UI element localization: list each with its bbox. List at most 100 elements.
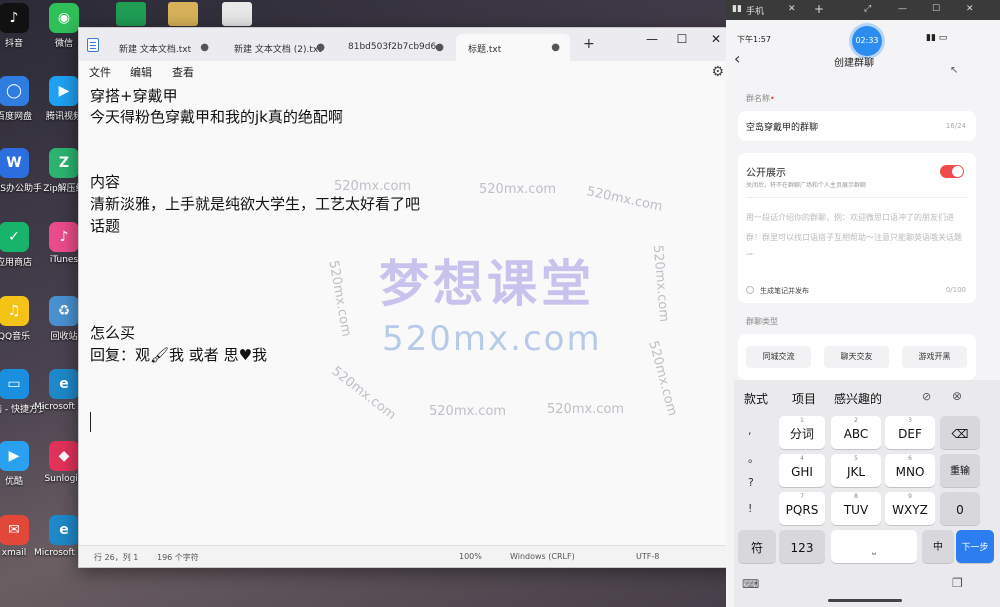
unsaved-dot-icon[interactable]: ● [551,42,560,53]
phone-clock: 下午1:57 [737,35,771,44]
unsaved-dot-icon[interactable]: ● [316,42,325,53]
group-name-label: 群名称• [746,94,775,103]
numbers-key[interactable]: 123 [779,530,825,563]
tab-hash-file[interactable]: 81bd503f2b7cb9d6( ● [336,34,454,61]
public-display-toggle[interactable] [940,165,964,178]
phone-window-minimize-icon[interactable]: — [898,4,907,14]
key-1-segment[interactable]: 1 分词 [779,416,825,449]
chip-label: 同城交流 [762,352,795,361]
chip-local-exchange[interactable]: 同城交流 [746,346,811,368]
chip-gaming[interactable]: 游戏开黑 [902,346,967,368]
minimize-icon[interactable]: — [637,32,667,46]
desktop-document-icon[interactable] [222,2,252,26]
close-keyboard-icon[interactable]: ⊗ [952,389,962,403]
key-3-def[interactable]: 3 DEF [885,416,935,449]
editor-line: 内容 [90,173,121,191]
phone-window-add-icon[interactable]: + [814,2,824,16]
new-tab-plus-icon[interactable]: + [583,36,595,52]
menu-file[interactable]: 文件 [89,64,111,80]
link-icon[interactable]: ⊘ [922,390,931,403]
key-6-mno[interactable]: 6 MNO [885,454,935,487]
mail-icon: ✉ [0,515,29,545]
key-5-jkl[interactable]: 5 JKL [831,454,881,487]
key-label: TUV [843,503,869,517]
key-label: 符 [750,541,763,555]
page-title: 创建群聊 [834,58,874,69]
punctuation-comma[interactable]: , [748,424,752,437]
menu-edit[interactable]: 编辑 [130,64,152,80]
retype-key[interactable]: 重输 [940,454,980,487]
backspace-key[interactable]: ⌫ [940,416,980,449]
key-label: 0 [956,503,964,517]
key-number: 8 [854,493,858,500]
unsaved-dot-icon[interactable]: ● [435,42,444,53]
key-number: 6 [908,455,912,462]
watermark-small-text: 520mx.com [325,259,354,338]
keyboard-switch-icon[interactable]: ⌨ [742,577,759,591]
watermark-small-text: 520mx.com [479,182,557,197]
editor-line: 回复：观🖌我 或者 思♥我 [90,346,268,364]
key-8-tuv[interactable]: 8 TUV [831,492,881,525]
symbols-key[interactable]: 符 [738,530,776,563]
text-caret [90,412,91,432]
tencent-video-icon: ▶ [49,76,79,106]
punctuation-exclaim[interactable]: ! [748,502,752,515]
chip-label: 游戏开黑 [918,352,951,361]
key-label: 分词 [789,427,814,441]
space-key[interactable]: ⎵ [831,530,917,563]
watermark-small-text: 520mx.com [649,244,672,323]
phone-window-close-tab-icon[interactable]: ✕ [788,4,796,14]
intro-char-count: 0/100 [945,286,966,294]
group-name-field[interactable]: 空岛穿戴甲的群聊 16/24 [738,111,976,141]
sunlogin-icon: ◆ [49,441,79,471]
phone-window-maximize-icon[interactable]: ☐ [932,4,940,14]
tab-title-txt[interactable]: 标题.txt ● [456,34,570,61]
key-7-pqrs[interactable]: 7 PQRS [779,492,825,525]
settings-gear-icon[interactable]: ⚙ [711,64,724,80]
note-checkbox-icon[interactable] [746,286,754,294]
edge-icon: e [49,515,79,545]
key-0[interactable]: 0 [940,492,980,525]
unsaved-dot-icon[interactable]: ● [200,42,209,53]
key-4-ghi[interactable]: 4 GHI [779,454,825,487]
menu-view[interactable]: 查看 [172,64,194,80]
watermark-small-text: 520mx.com [547,402,625,417]
baidu-netdisk-icon: ◯ [0,76,29,106]
phone-window-expand-icon[interactable]: ⤢ [864,4,871,14]
tab-new-text-document[interactable]: 新建 文本文档.txt ● [107,34,219,61]
key-2-abc[interactable]: 2 ABC [831,416,881,449]
chip-chat-friends[interactable]: 聊天交友 [824,346,889,368]
key-label: 重输 [950,466,970,477]
tab-new-text-document-2[interactable]: 新建 文本文档 (2).txt ● [222,34,335,61]
generate-note-label: 生成笔记并发布 [760,287,809,295]
computer-icon: ▭ [0,369,29,399]
key-label: 中 [933,542,943,553]
maximize-icon[interactable]: ☐ [667,32,697,46]
back-chevron-icon[interactable]: ‹ [734,49,740,68]
desktop-folder-icon[interactable] [168,2,198,26]
next-step-key[interactable]: 下一步 [956,530,994,563]
group-intro-textarea[interactable]: 用一段话介绍你的群聊，例：欢迎微思口语冲了的朋友们进群！群里可以找口语搭子互相帮… [746,205,968,255]
phone-page-header: ‹ 创建群聊 ↖ [726,45,1000,76]
status-encoding: UTF-8 [636,552,660,561]
desktop-file-excel-icon[interactable] [116,2,146,26]
phone-window-titlebar: ▮▮ 手机 ✕ + ⤢ — ☐ ✕ [726,0,1000,20]
punctuation-question[interactable]: ? [748,476,754,489]
candidate-word[interactable]: 款式 [744,390,768,407]
key-9-wxyz[interactable]: 9 WXYZ [885,492,935,525]
notepad-statusbar: 行 26，列 1 196 个字符 100% Windows (CRLF) UTF… [79,545,734,567]
key-number: 2 [854,417,858,424]
editor-line: 今天得粉色穿戴甲和我的jk真的绝配啊 [90,108,343,126]
key-label: 123 [790,541,814,555]
punctuation-period[interactable]: 。 [748,450,759,466]
group-type-card: 同城交流 聊天交友 游戏开黑 [738,334,976,380]
phone-window-close-icon[interactable]: ✕ [966,4,974,14]
candidate-word[interactable]: 感兴趣的 [834,390,882,407]
clipboard-icon[interactable]: ❐ [952,576,963,590]
call-timer-text: 02:33 [855,36,879,45]
candidate-word[interactable]: 项目 [792,390,816,407]
status-cursor-position: 行 26，列 1 [94,553,139,562]
notepad-editor[interactable]: 520mx.com 520mx.com 520mx.com 520mx.com … [79,81,734,545]
group-name-char-count: 16/24 [945,122,966,130]
language-key[interactable]: 中 [922,530,954,563]
